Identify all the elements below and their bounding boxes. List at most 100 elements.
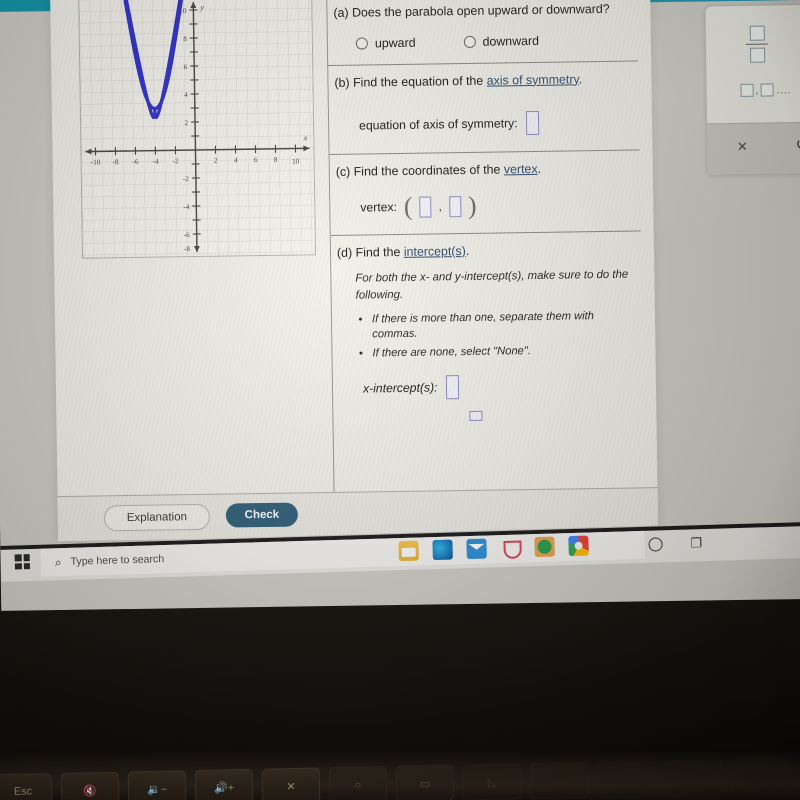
palette-footer: × ↺ — [707, 121, 800, 175]
question-c-prompt: (c) Find the coordinates of the vertex. — [336, 160, 630, 182]
vertex-x-input[interactable] — [419, 196, 432, 218]
file-explorer-icon[interactable] — [398, 540, 419, 562]
radio-label-upward: upward — [374, 35, 416, 50]
question-b-suffix: . — [578, 71, 583, 86]
google-chrome-icon[interactable] — [568, 535, 589, 557]
question-b: (b) Find the equation of the axis of sym… — [328, 61, 640, 156]
key-volume-down[interactable]: 🔉− — [127, 770, 187, 800]
svg-text:-8: -8 — [184, 245, 191, 253]
fraction-numerator-box — [749, 25, 765, 41]
key-touchpad[interactable]: ◺ — [462, 763, 522, 800]
svg-text:10: 10 — [292, 157, 300, 165]
key-display[interactable]: ▭ — [395, 764, 455, 800]
question-a-prompt: (a) Does the parabola open upward or dow… — [333, 1, 610, 20]
intercepts-link[interactable]: intercept(s) — [404, 244, 466, 259]
radio-option-upward[interactable]: upward — [355, 35, 416, 50]
question-page: -10 -8 -6 -4 -2 2 46 8 10 10 8 64 2 -2 -4 -6 -8 — [50, 0, 659, 542]
list-dots: .... — [776, 85, 792, 97]
question-d-prefix: (d) Find the — [336, 244, 404, 260]
key-f12[interactable] — [730, 757, 790, 795]
x-intercept-input[interactable] — [445, 375, 459, 400]
search-placeholder: Type here to search — [70, 553, 165, 568]
palette-templates: , .... — [705, 5, 800, 125]
key-esc[interactable]: Esc — [0, 773, 53, 800]
undo-icon[interactable]: ↺ — [795, 135, 800, 155]
vertex-link[interactable]: vertex — [504, 162, 538, 176]
graph-column: -10 -8 -6 -4 -2 2 46 8 10 10 8 64 2 -2 -4 -6 -8 — [50, 0, 334, 513]
key-volume-up[interactable]: 🔊+ — [194, 768, 254, 800]
x-intercept-label: x-intercept(s): — [362, 380, 438, 396]
question-c-answer-label: vertex: — [360, 200, 398, 215]
radio-option-downward[interactable]: downward — [463, 34, 539, 49]
explanation-button[interactable]: Explanation — [103, 503, 211, 532]
windows-start-icon[interactable] — [14, 554, 31, 570]
key-mute[interactable]: 🔇 — [60, 771, 120, 800]
key-f10[interactable] — [596, 760, 656, 798]
list-box-1 — [740, 83, 754, 97]
question-c-prefix: (c) Find the coordinates of the — [335, 162, 504, 180]
check-button[interactable]: Check — [225, 502, 299, 528]
question-d-prompt: (d) Find the intercept(s). — [337, 240, 631, 262]
question-b-prompt: (b) Find the equation of the axis of sym… — [334, 70, 628, 92]
question-a-options: upward downward — [355, 32, 628, 50]
microsoft-edge-icon[interactable] — [432, 539, 453, 561]
bullet-item: If there are none, select "None". — [372, 343, 632, 363]
svg-text:-4: -4 — [153, 158, 160, 166]
questions-column: (a) Does the parabola open upward or dow… — [327, 0, 644, 440]
search-icon: ⌕ — [54, 554, 62, 569]
svg-text:-10: -10 — [91, 158, 101, 166]
laptop-keyboard: Esc 🔇 🔉− 🔊+ ✕ ☼ ▭ ◺ — [0, 752, 800, 800]
svg-text:8: 8 — [274, 156, 278, 164]
laptop-screen: ALEKS — [0, 0, 800, 611]
app-green-icon[interactable] — [534, 536, 555, 558]
firefox-icon[interactable] — [500, 537, 521, 559]
fraction-bar — [745, 42, 768, 45]
math-input-palette: , .... × ↺ — [704, 3, 800, 176]
svg-text:6: 6 — [254, 156, 258, 164]
graph-svg: -10 -8 -6 -4 -2 2 46 8 10 108 64 2-2 -4-6 -8 — [79, 0, 316, 258]
key-brightness[interactable]: ☼ — [328, 766, 388, 800]
question-b-answer-label: equation of axis of symmetry: — [359, 116, 518, 133]
question-d-instructions: For both the x- and y-intercept(s), make… — [355, 269, 629, 302]
comma-list-template-icon[interactable]: , .... — [740, 83, 792, 97]
cortana-icon[interactable] — [648, 537, 663, 552]
svg-text:-2: -2 — [183, 175, 190, 183]
question-a: (a) Does the parabola open upward or dow… — [327, 0, 639, 66]
y-axis-label: y — [199, 3, 204, 12]
svg-text:2: 2 — [184, 119, 188, 127]
axis-of-symmetry-link[interactable]: axis of symmetry — [487, 72, 579, 87]
key-f9[interactable] — [529, 761, 589, 800]
svg-text:-6: -6 — [184, 231, 191, 239]
axis-of-symmetry-input[interactable] — [525, 111, 539, 136]
key-f11[interactable] — [663, 759, 723, 797]
fraction-denominator-box — [749, 47, 765, 63]
list-comma: , — [755, 85, 759, 97]
svg-text:4: 4 — [234, 156, 238, 164]
question-d: (d) Find the intercept(s). For both the … — [331, 231, 644, 440]
question-c: (c) Find the coordinates of the vertex. … — [329, 150, 641, 236]
radio-label-downward: downward — [482, 33, 540, 49]
svg-text:-8: -8 — [113, 158, 120, 166]
svg-text:4: 4 — [184, 91, 188, 99]
svg-text:8: 8 — [183, 35, 187, 43]
function-key-row: Esc 🔇 🔉− 🔊+ ✕ ☼ ▭ ◺ — [0, 757, 790, 800]
parabola-graph: -10 -8 -6 -4 -2 2 46 8 10 10 8 64 2 -2 -4 -6 -8 — [78, 0, 317, 259]
question-b-answer-row: equation of axis of symmetry: — [359, 110, 629, 138]
y-intercept-input-clipped[interactable] — [469, 406, 633, 426]
x-axis-label: x — [303, 133, 308, 142]
vertex-y-input[interactable] — [448, 195, 462, 218]
fraction-template-icon[interactable] — [744, 25, 771, 63]
task-view-icon[interactable]: ❐ — [690, 535, 702, 551]
svg-text:2: 2 — [214, 157, 218, 165]
radio-circle-icon — [355, 37, 368, 50]
question-c-answer-row: vertex: ( , ) — [360, 191, 630, 221]
y-intercept-input[interactable] — [469, 410, 483, 422]
key-mic-off[interactable]: ✕ — [261, 767, 321, 800]
radio-circle-icon — [463, 35, 476, 48]
svg-text:6: 6 — [184, 63, 188, 71]
svg-text:-6: -6 — [133, 158, 140, 166]
question-d-bullets: If there is more than one, separate them… — [372, 308, 633, 363]
clear-icon[interactable]: × — [737, 137, 747, 157]
question-d-suffix: . — [465, 243, 470, 258]
mail-icon[interactable] — [466, 538, 487, 560]
